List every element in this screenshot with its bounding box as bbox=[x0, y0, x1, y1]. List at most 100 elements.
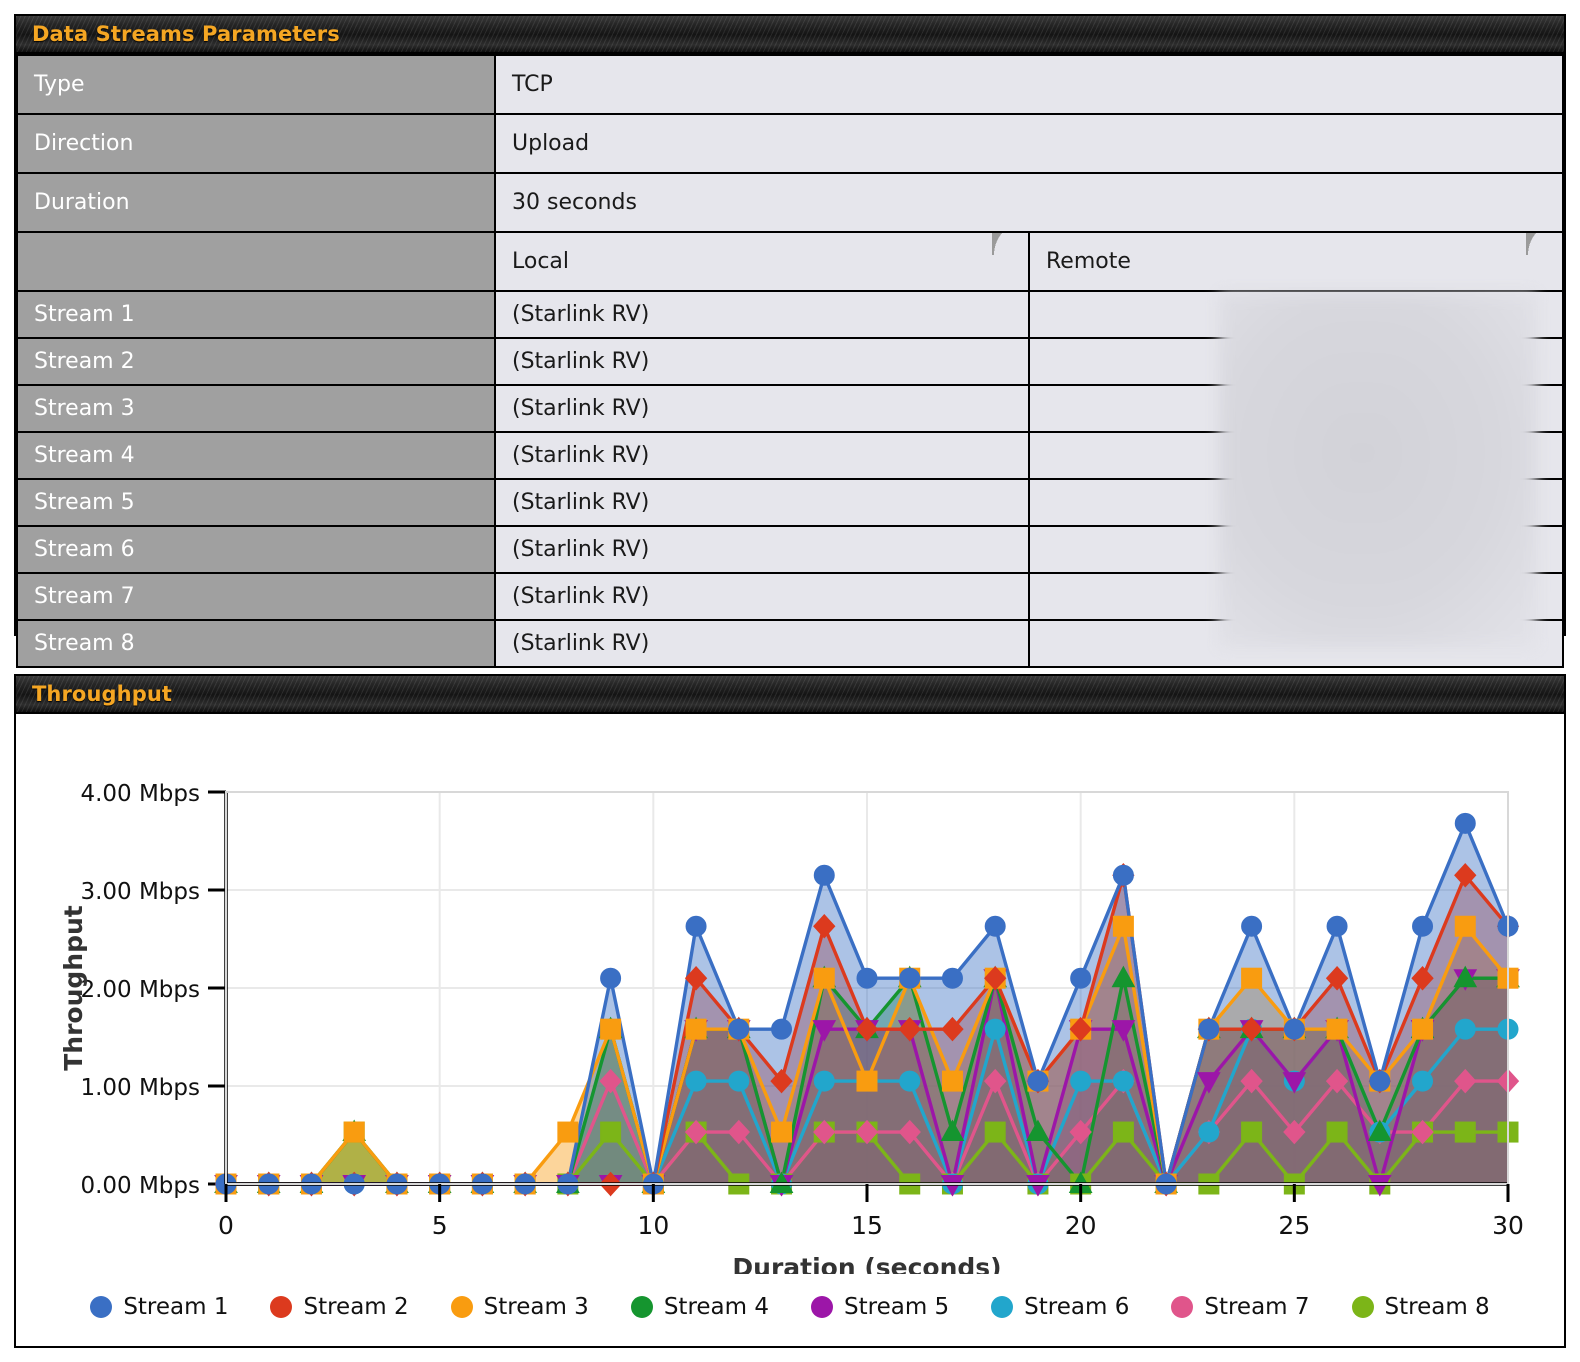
x-axis-tick-label: 0 bbox=[218, 1211, 234, 1240]
data-point-s8 bbox=[984, 1121, 1006, 1143]
data-point-s8 bbox=[1454, 1121, 1476, 1143]
param-value: Upload bbox=[494, 113, 1564, 174]
data-point-s1 bbox=[984, 915, 1006, 937]
x-axis-tick-label: 25 bbox=[1278, 1211, 1310, 1240]
stream-label: Stream 2 bbox=[16, 337, 496, 386]
table-row: Direction Upload bbox=[16, 113, 1564, 174]
data-point-s1 bbox=[1027, 1070, 1049, 1092]
legend-item-1[interactable]: Stream 1 bbox=[90, 1294, 228, 1320]
legend-marker-icon bbox=[630, 1296, 653, 1318]
legend-marker-icon bbox=[991, 1296, 1014, 1318]
param-value: 30 seconds bbox=[494, 172, 1564, 233]
data-point-s1 bbox=[685, 915, 707, 937]
stream-row: Stream 6 (Starlink RV) bbox=[16, 525, 1564, 574]
param-value: TCP bbox=[494, 54, 1564, 115]
legend-label: Stream 6 bbox=[1024, 1294, 1130, 1320]
params-panel-header: Data Streams Parameters bbox=[16, 16, 1564, 54]
legend-item-7[interactable]: Stream 7 bbox=[1171, 1294, 1310, 1320]
x-axis-tick-label: 10 bbox=[637, 1211, 669, 1240]
stream-remote-value bbox=[1028, 619, 1564, 668]
stream-label: Stream 7 bbox=[16, 572, 496, 621]
data-point-s3 bbox=[685, 1018, 707, 1040]
column-header-blank bbox=[16, 231, 496, 292]
data-point-s6 bbox=[1070, 1070, 1092, 1092]
throughput-panel-title: Throughput bbox=[32, 682, 173, 706]
y-axis-tick-label: 1.00 Mbps bbox=[80, 1075, 200, 1101]
x-axis-tick-label: 30 bbox=[1492, 1211, 1524, 1240]
stream-row: Stream 4 (Starlink RV) bbox=[16, 431, 1564, 480]
throughput-panel: Throughput 0.00 Mbps 1.00 Mbps 2.00 Mbps 3.… bbox=[14, 674, 1566, 1348]
legend-label: Stream 8 bbox=[1384, 1294, 1490, 1320]
data-point-s3 bbox=[1454, 915, 1476, 937]
data-point-s1 bbox=[1070, 967, 1092, 989]
data-point-s3 bbox=[1112, 915, 1134, 937]
legend-item-2[interactable]: Stream 2 bbox=[270, 1294, 409, 1320]
data-point-s3 bbox=[1326, 1018, 1348, 1040]
stream-row: Stream 7 (Starlink RV) bbox=[16, 572, 1564, 621]
stream-row: Stream 5 (Starlink RV) bbox=[16, 478, 1564, 527]
data-point-s6 bbox=[685, 1070, 707, 1092]
legend-item-3[interactable]: Stream 3 bbox=[450, 1294, 589, 1320]
y-axis-tick-label: 0.00 Mbps bbox=[80, 1173, 200, 1199]
legend-label: Stream 2 bbox=[303, 1294, 409, 1320]
data-point-s3 bbox=[557, 1121, 579, 1143]
data-point-s1 bbox=[600, 967, 622, 989]
stream-remote-value bbox=[1028, 431, 1564, 480]
column-header-remote: Remote bbox=[1028, 231, 1564, 292]
data-point-s6 bbox=[899, 1070, 921, 1092]
data-point-s1 bbox=[1326, 915, 1348, 937]
data-point-s8 bbox=[1326, 1121, 1348, 1143]
data-point-s8 bbox=[600, 1121, 622, 1143]
column-header-local: Local bbox=[494, 231, 1030, 292]
legend-marker-icon bbox=[450, 1296, 473, 1318]
legend-item-4[interactable]: Stream 4 bbox=[630, 1294, 769, 1320]
legend-item-5[interactable]: Stream 5 bbox=[811, 1294, 949, 1320]
x-axis-tick-label: 15 bbox=[851, 1211, 883, 1240]
data-point-s8 bbox=[1112, 1121, 1134, 1143]
data-point-s1 bbox=[899, 967, 921, 989]
table-row: Type TCP bbox=[16, 54, 1564, 115]
data-point-s3 bbox=[600, 1018, 622, 1040]
stream-row: Stream 2 (Starlink RV) bbox=[16, 337, 1564, 386]
table-row: Duration 30 seconds bbox=[16, 172, 1564, 233]
legend-label: Stream 4 bbox=[663, 1294, 769, 1320]
legend-item-6[interactable]: Stream 6 bbox=[991, 1294, 1129, 1320]
y-axis-tick-label: 3.00 Mbps bbox=[80, 879, 200, 905]
data-point-s1 bbox=[1198, 1018, 1220, 1040]
data-point-s1 bbox=[1241, 915, 1263, 937]
data-point-s6 bbox=[1112, 1070, 1134, 1092]
stream-local-value: (Starlink RV) bbox=[494, 478, 1030, 527]
data-point-s3 bbox=[813, 967, 835, 989]
data-point-s1 bbox=[1412, 915, 1434, 937]
legend-label: Stream 7 bbox=[1204, 1294, 1310, 1320]
data-point-s1 bbox=[1112, 864, 1134, 886]
data-point-s1 bbox=[1369, 1070, 1391, 1092]
data-point-s3 bbox=[1241, 967, 1263, 989]
data-point-s6 bbox=[813, 1070, 835, 1092]
data-point-s1 bbox=[728, 1018, 750, 1040]
legend-marker-icon bbox=[811, 1296, 833, 1318]
data-point-s6 bbox=[1198, 1121, 1220, 1143]
corner-ornament-icon bbox=[1526, 234, 1561, 255]
params-panel-title: Data Streams Parameters bbox=[32, 22, 340, 46]
x-axis-tick-label: 5 bbox=[432, 1211, 448, 1240]
corner-ornament-icon bbox=[992, 234, 1027, 255]
stream-remote-value bbox=[1028, 290, 1564, 339]
data-point-s1 bbox=[771, 1018, 793, 1040]
chart-legend: Stream 1 Stream 2 Stream 3 Stream 4 Stream 5… bbox=[16, 1294, 1564, 1320]
stream-label: Stream 6 bbox=[16, 525, 496, 574]
data-point-s3 bbox=[941, 1070, 963, 1092]
legend-label: Stream 3 bbox=[483, 1294, 589, 1320]
data-point-s1 bbox=[941, 967, 963, 989]
data-point-s6 bbox=[984, 1018, 1006, 1040]
throughput-panel-header: Throughput bbox=[16, 676, 1564, 714]
data-point-s1 bbox=[1283, 1018, 1305, 1040]
throughput-chart: 0.00 Mbps 1.00 Mbps 2.00 Mbps 3.00 Mbps 4.00… bbox=[59, 781, 1524, 1274]
stream-remote-value bbox=[1028, 384, 1564, 433]
column-header-row: Local Remote bbox=[16, 231, 1564, 292]
throughput-plot-area: 0.00 Mbps 1.00 Mbps 2.00 Mbps 3.00 Mbps 4.00… bbox=[16, 714, 1564, 1346]
legend-label: Stream 1 bbox=[123, 1294, 229, 1320]
legend-item-8[interactable]: Stream 8 bbox=[1351, 1294, 1490, 1320]
stream-local-value: (Starlink RV) bbox=[494, 431, 1030, 480]
legend-marker-icon bbox=[270, 1296, 293, 1318]
